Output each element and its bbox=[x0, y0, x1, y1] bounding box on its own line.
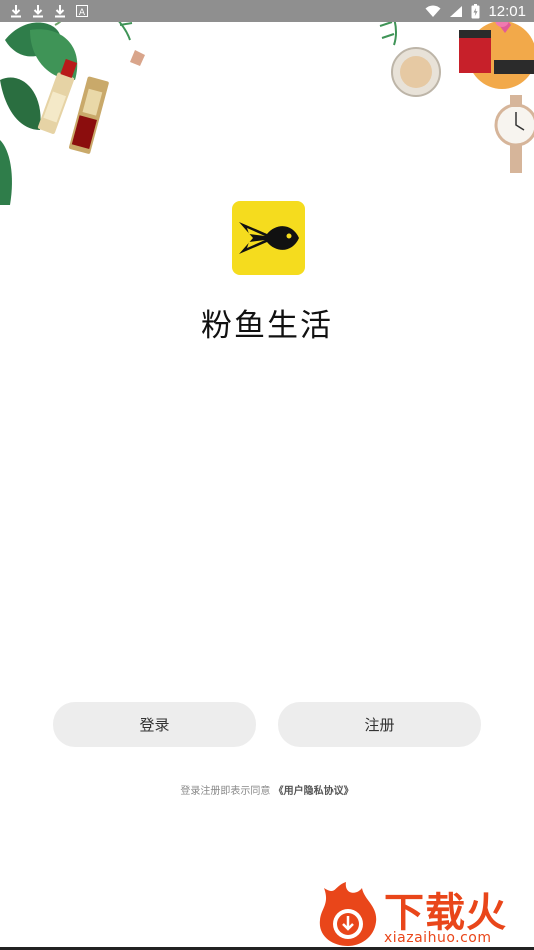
download-icon bbox=[11, 5, 21, 18]
system-icons: 12:01 bbox=[425, 3, 526, 20]
privacy-policy-link[interactable]: 《用户隐私协议》 bbox=[274, 786, 354, 797]
leaves-lipstick-decoration bbox=[0, 0, 145, 205]
watermark-url: xiazaihuo.com bbox=[384, 930, 492, 946]
svg-text:A: A bbox=[79, 8, 86, 18]
a-icon: A bbox=[76, 5, 88, 18]
clock: 12:01 bbox=[488, 2, 526, 20]
agreement-text: 登录注册即表示同意 《用户隐私协议》 bbox=[0, 782, 534, 797]
register-button[interactable]: 注册 bbox=[278, 702, 481, 747]
status-bar: A 12:01 bbox=[0, 0, 534, 22]
download-icon bbox=[33, 5, 43, 18]
battery-icon bbox=[471, 3, 480, 18]
fish-icon bbox=[238, 222, 299, 254]
signal-icon bbox=[450, 5, 463, 17]
flame-logo-icon bbox=[319, 882, 377, 946]
cosmetics-watch-decoration bbox=[377, 0, 534, 173]
agreement-prefix: 登录注册即表示同意 bbox=[180, 786, 271, 797]
notification-icons: A bbox=[10, 4, 88, 18]
wifi-icon bbox=[425, 5, 441, 17]
app-name: 粉鱼生活 bbox=[201, 308, 333, 344]
login-button[interactable]: 登录 bbox=[53, 702, 256, 747]
app-logo bbox=[232, 201, 305, 275]
download-icon bbox=[55, 5, 65, 18]
watermark: 下载火 xiazaihuo.com bbox=[316, 880, 534, 950]
